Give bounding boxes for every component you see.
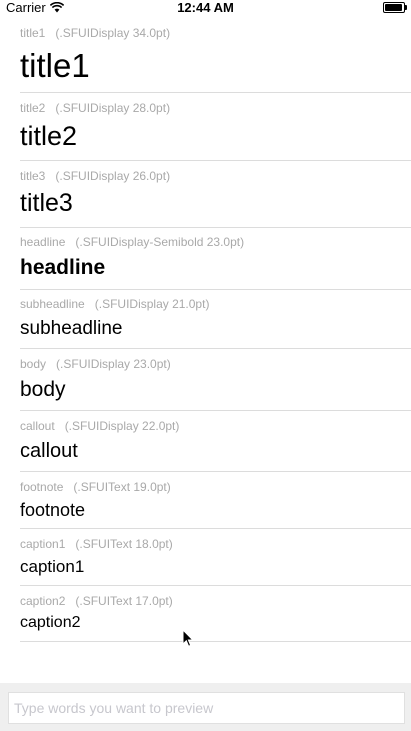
status-bar: Carrier 12:44 AM — [0, 0, 411, 16]
style-meta: title3 (.SFUIDisplay 26.0pt) — [20, 169, 170, 183]
mouse-pointer-icon — [182, 629, 194, 647]
list-item-caption2[interactable]: caption2 (.SFUIText 17.0pt) caption2 — [20, 586, 411, 642]
style-sample: subheadline — [20, 318, 123, 339]
style-name: footnote — [20, 480, 64, 494]
list-item-body[interactable]: body (.SFUIDisplay 23.0pt) body — [20, 349, 411, 411]
style-name: caption1 — [20, 537, 66, 551]
style-font: (.SFUIDisplay 22.0pt) — [64, 419, 180, 433]
style-font: (.SFUIDisplay 34.0pt) — [55, 26, 171, 40]
list-item-title1[interactable]: title1 (.SFUIDisplay 34.0pt) title1 — [20, 16, 411, 93]
battery-icon — [383, 2, 407, 13]
style-meta: footnote (.SFUIText 19.0pt) — [20, 480, 171, 494]
list-item-title2[interactable]: title2 (.SFUIDisplay 28.0pt) title2 — [20, 93, 411, 161]
style-sample: body — [20, 378, 66, 401]
style-meta: title1 (.SFUIDisplay 34.0pt) — [20, 26, 170, 40]
style-name: headline — [20, 235, 66, 249]
style-sample: title3 — [20, 189, 73, 217]
preview-input-bar — [0, 683, 411, 731]
style-name: caption2 — [20, 594, 66, 608]
list-item-headline[interactable]: headline (.SFUIDisplay-Semibold 23.0pt) h… — [20, 228, 411, 290]
style-font: (.SFUIText 18.0pt) — [75, 537, 173, 551]
style-meta: caption1 (.SFUIText 18.0pt) — [20, 537, 173, 551]
style-sample: title2 — [20, 121, 78, 151]
style-meta: callout (.SFUIDisplay 22.0pt) — [20, 419, 179, 433]
status-time: 12:44 AM — [177, 0, 234, 15]
style-font: (.SFUIDisplay-Semibold 23.0pt) — [75, 235, 245, 249]
style-meta: title2 (.SFUIDisplay 28.0pt) — [20, 101, 170, 115]
style-font: (.SFUIText 19.0pt) — [73, 480, 171, 494]
style-font: (.SFUIDisplay 28.0pt) — [55, 101, 171, 115]
style-meta: body (.SFUIDisplay 23.0pt) — [20, 357, 171, 371]
list-item-footnote[interactable]: footnote (.SFUIText 19.0pt) footnote — [20, 472, 411, 529]
style-sample: footnote — [20, 500, 86, 520]
style-sample: caption1 — [20, 557, 85, 576]
style-meta: subheadline (.SFUIDisplay 21.0pt) — [20, 297, 209, 311]
style-sample: headline — [20, 256, 106, 279]
list-item-caption1[interactable]: caption1 (.SFUIText 18.0pt) caption1 — [20, 529, 411, 586]
style-sample: callout — [20, 440, 78, 462]
style-name: title1 — [20, 26, 46, 40]
list-item-callout[interactable]: callout (.SFUIDisplay 22.0pt) callout — [20, 411, 411, 472]
list-item-subheadline[interactable]: subheadline (.SFUIDisplay 21.0pt) subhead… — [20, 290, 411, 349]
style-name: body — [20, 357, 47, 371]
style-name: title3 — [20, 169, 46, 183]
style-name: subheadline — [20, 297, 85, 311]
style-font: (.SFUIDisplay 26.0pt) — [55, 169, 171, 183]
style-meta: caption2 (.SFUIText 17.0pt) — [20, 594, 173, 608]
style-font: (.SFUIDisplay 23.0pt) — [56, 357, 171, 371]
style-name: title2 — [20, 101, 46, 115]
list-item-title3[interactable]: title3 (.SFUIDisplay 26.0pt) title3 — [20, 161, 411, 228]
preview-text-input[interactable] — [8, 692, 405, 724]
style-font: (.SFUIDisplay 21.0pt) — [94, 297, 210, 311]
style-name: callout — [20, 419, 55, 433]
style-meta: headline (.SFUIDisplay-Semibold 23.0pt) — [20, 235, 244, 249]
style-font: (.SFUIText 17.0pt) — [75, 594, 173, 608]
style-sample: caption2 — [20, 614, 81, 631]
style-sample: title1 — [20, 47, 90, 84]
